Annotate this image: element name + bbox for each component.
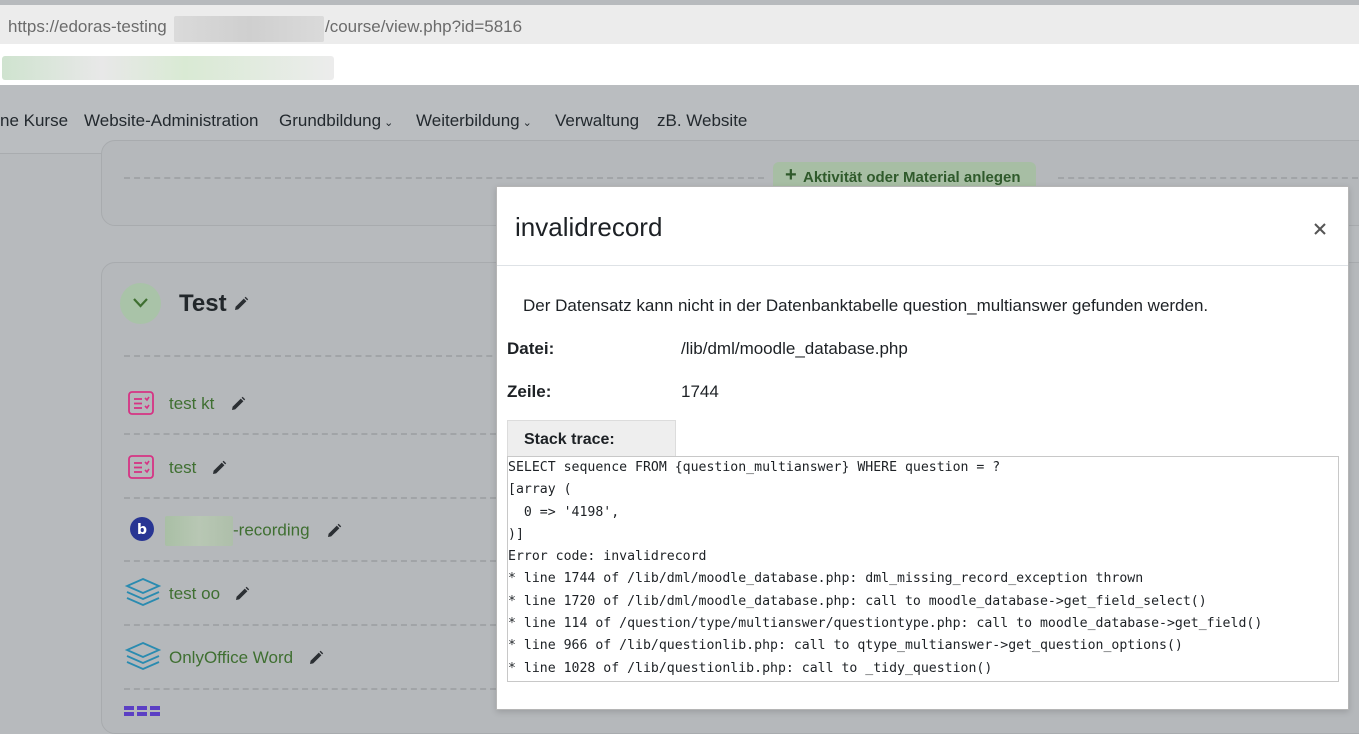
redacted-bookmark[interactable] <box>2 56 334 80</box>
chevron-down-icon <box>133 298 148 308</box>
line-label: Zeile: <box>507 382 552 401</box>
stack-trace-line: * line 1028 of /lib/questionlib.php: cal… <box>508 660 993 676</box>
redacted-url-segment <box>174 16 324 42</box>
activity-label: -recording <box>233 520 310 540</box>
edit-pencil-icon[interactable] <box>230 396 246 412</box>
stack-trace-line: * line 1744 of /lib/dml/moodle_database.… <box>508 571 1144 587</box>
dialog-title: invalidrecord <box>515 212 663 242</box>
quiz-icon <box>128 455 154 479</box>
edit-pencil-icon[interactable] <box>308 650 324 666</box>
stack-trace-line: 0 => '4198', <box>508 504 620 520</box>
nav-weiterbildung[interactable]: Weiterbildung ⌄ <box>416 111 532 131</box>
plus-icon: + <box>785 164 797 186</box>
stack-trace-line: * line 1720 of /lib/dml/moodle_database.… <box>508 593 1207 609</box>
quiz-icon <box>128 391 154 415</box>
edit-pencil-icon[interactable] <box>326 523 342 539</box>
nav-label: ne Kurse <box>0 111 69 130</box>
activity-test-kt[interactable]: test kt <box>124 386 484 426</box>
activity-link[interactable]: test <box>169 458 196 478</box>
url-text-end: /course/view.php?id=5816 <box>325 17 523 36</box>
address-bar[interactable]: https://edoras-testing /course/view.php?… <box>0 5 1359 44</box>
activity-link[interactable]: test kt <box>169 394 214 414</box>
divider <box>124 177 764 179</box>
stack-trace-tab: Stack trace: <box>507 420 676 457</box>
activity-test-oo[interactable]: test oo <box>124 576 484 616</box>
divider <box>124 433 496 435</box>
activity-test[interactable]: test <box>124 450 484 490</box>
nav-label: Grundbildung <box>279 111 382 130</box>
onlyoffice-icon <box>124 642 162 670</box>
add-activity-label: Aktivität oder Material anlegen <box>803 169 1021 186</box>
section-title: Test <box>179 290 227 317</box>
stack-trace-line: * line 966 of /lib/questionlib.php: call… <box>508 638 1183 654</box>
file-label: Datei: <box>507 339 555 358</box>
dialog-header: invalidrecord <box>497 187 1348 266</box>
nav-website[interactable]: zB. Website <box>657 111 747 131</box>
collapse-section-button[interactable] <box>120 283 161 324</box>
edit-pencil-icon[interactable] <box>233 296 249 312</box>
divider <box>124 497 496 499</box>
stack-trace-line: )] <box>508 526 524 542</box>
nav-grundbildung[interactable]: Grundbildung ⌄ <box>279 111 393 131</box>
activity-link[interactable]: OnlyOffice Word <box>169 648 293 668</box>
onlyoffice-icon <box>124 578 162 606</box>
stack-trace-label: Stack trace: <box>524 431 615 448</box>
chevron-down-icon: ⌄ <box>522 117 532 129</box>
nav-label: zB. Website <box>657 111 748 130</box>
close-icon[interactable] <box>1309 218 1331 240</box>
stack-trace-box: SELECT sequence FROM {question_multiansw… <box>507 456 1339 682</box>
edit-pencil-icon[interactable] <box>211 460 227 476</box>
activity-link[interactable]: test oo <box>169 584 220 604</box>
nav-site-administration[interactable]: Website-Administration <box>84 111 258 131</box>
stack-trace-line: [array ( <box>508 482 572 498</box>
bookmarks-bar <box>0 44 1359 85</box>
divider <box>124 624 496 626</box>
activity-onlyoffice-word[interactable]: OnlyOffice Word <box>124 640 484 680</box>
file-value: /lib/dml/moodle_database.php <box>681 339 908 358</box>
activity-recording[interactable]: b -recording <box>124 513 484 553</box>
divider <box>124 560 496 562</box>
nav-label: Website-Administration <box>84 111 259 130</box>
divider <box>1058 177 1358 179</box>
error-dialog: invalidrecord Der Datensatz kann nicht i… <box>496 186 1349 710</box>
nav-my-courses[interactable]: ne Kurse <box>0 111 68 131</box>
svg-text:b: b <box>137 522 147 538</box>
line-value: 1744 <box>681 382 719 401</box>
table-icon <box>124 706 160 716</box>
activity-link[interactable]: -recording <box>165 516 310 546</box>
nav-verwaltung[interactable]: Verwaltung <box>555 111 639 131</box>
stack-trace-line: SELECT sequence FROM {question_multiansw… <box>508 460 1001 475</box>
stack-trace-line: Error code: invalidrecord <box>508 549 707 565</box>
redacted-name <box>165 516 233 546</box>
stack-trace-line: * line 114 of /question/type/multianswer… <box>508 616 1263 632</box>
nav-label: Verwaltung <box>555 111 640 130</box>
url-text-start: https://edoras-testing <box>8 17 167 36</box>
bigbluebutton-icon: b <box>130 517 154 541</box>
edit-pencil-icon[interactable] <box>234 586 250 602</box>
error-message: Der Datensatz kann nicht in der Datenban… <box>523 296 1209 315</box>
divider <box>124 688 496 690</box>
nav-label: Weiterbildung <box>416 111 520 130</box>
chevron-down-icon: ⌄ <box>384 117 394 129</box>
